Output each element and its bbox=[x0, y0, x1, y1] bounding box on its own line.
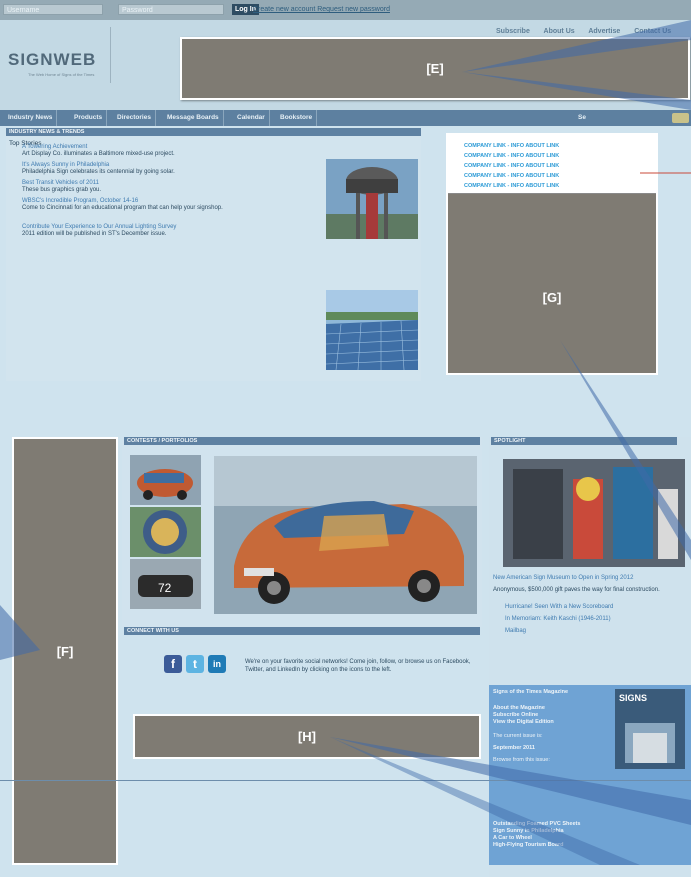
company-link[interactable]: COMPANY LINK - INFO ABOUT LINK bbox=[464, 163, 559, 169]
header-nav-advertise[interactable]: Advertise bbox=[588, 28, 620, 35]
annotation-label-f: [F] bbox=[56, 643, 74, 659]
annotation-label-g: [G] bbox=[542, 290, 562, 305]
story-desc: 2011 edition will be published in ST's D… bbox=[22, 231, 167, 237]
story-desc: Come to Cincinnati for an educational pr… bbox=[22, 205, 223, 211]
spotlight-heading: SPOTLIGHT bbox=[491, 437, 677, 445]
account-links[interactable]: Create new account Request new password bbox=[253, 4, 390, 15]
annotation-box-h: [H] bbox=[133, 714, 481, 759]
nav-calendar[interactable]: Calendar bbox=[233, 110, 270, 126]
cover-title: SIGNS bbox=[619, 693, 648, 703]
magazine-link[interactable]: Subscribe Online bbox=[493, 712, 538, 719]
facebook-icon[interactable]: f bbox=[164, 655, 182, 673]
featured-car-photo[interactable] bbox=[214, 456, 477, 614]
contests-heading: CONTESTS / PORTFOLIOS bbox=[124, 437, 480, 445]
spotlight-link[interactable]: Mailbag bbox=[505, 628, 526, 634]
story-title[interactable]: Contribute Your Experience to Our Annual… bbox=[22, 224, 242, 231]
annotation-label-e: [E] bbox=[426, 61, 444, 76]
signweb-logo[interactable]: SIGNWEB bbox=[8, 50, 96, 70]
linkedin-icon[interactable]: in bbox=[208, 655, 226, 673]
spotlight-section: SPOTLIGHT New American Sign Museum to Op… bbox=[489, 437, 691, 877]
sign-museum-photo[interactable] bbox=[503, 459, 685, 567]
annotation-box-g: COMPANY LINK - INFO ABOUT LINK COMPANY L… bbox=[446, 133, 658, 375]
header-nav: Subscribe About Us Advertise Contact Us bbox=[496, 28, 683, 35]
annotation-box-e: [E] bbox=[180, 37, 690, 100]
racecar-thumbnail[interactable]: 72 bbox=[130, 559, 201, 609]
spotlight-desc: Anonymous, $500,000 gift paves the way f… bbox=[493, 587, 660, 593]
water-tower-photo[interactable] bbox=[326, 159, 418, 239]
story-desc: Art Display Co. illuminates a Baltimore … bbox=[22, 151, 175, 157]
magazine-article[interactable]: Sign Sunny in Philadelphia bbox=[493, 828, 564, 835]
connect-section: CONNECT WITH US f t in We're on your fav… bbox=[122, 627, 482, 687]
connect-text: We're on your favorite social networks! … bbox=[245, 659, 471, 673]
main-nav: Industry News Products Directories Messa… bbox=[0, 110, 691, 126]
current-issue-label: The current issue is: bbox=[493, 733, 543, 739]
story-item: It's Always Sunny in Philadelphia Philad… bbox=[22, 162, 242, 176]
magazine-title: Signs of the Times Magazine bbox=[493, 689, 569, 695]
story-item: Best Transit Vehicles of 2011 These bus … bbox=[22, 180, 242, 194]
magazine-article[interactable]: Outstanding Foamed PVC Sheets bbox=[493, 821, 580, 828]
car-thumbnail[interactable] bbox=[130, 455, 201, 505]
industry-heading: INDUSTRY NEWS & TRENDS bbox=[6, 128, 421, 136]
magazine-article[interactable]: High-Flying Tourism Board bbox=[493, 842, 563, 849]
story-title[interactable]: It's Always Sunny in Philadelphia bbox=[22, 162, 242, 169]
annotation-label-h: [H] bbox=[297, 729, 317, 744]
logo-tagline: The Web Home of Signs of the Times bbox=[28, 72, 95, 77]
spotlight-headline[interactable]: New American Sign Museum to Open in Spri… bbox=[493, 575, 633, 581]
nav-directories[interactable]: Directories bbox=[113, 110, 156, 126]
spotlight-link[interactable]: In Memoriam: Keith Kaschi (1946-2011) bbox=[505, 616, 611, 622]
nav-industry-news[interactable]: Industry News bbox=[4, 110, 58, 126]
magazine-promo: Signs of the Times Magazine About the Ma… bbox=[489, 685, 691, 865]
company-link[interactable]: COMPANY LINK - INFO ABOUT LINK bbox=[464, 173, 559, 179]
header-nav-about[interactable]: About Us bbox=[544, 28, 575, 35]
current-issue[interactable]: September 2011 bbox=[493, 745, 535, 752]
browse-label: Browse from this issue: bbox=[493, 757, 550, 763]
story-desc: These bus graphics grab you. bbox=[22, 187, 102, 193]
company-link[interactable]: COMPANY LINK - INFO ABOUT LINK bbox=[464, 153, 559, 159]
password-field[interactable]: Password bbox=[118, 4, 224, 15]
svg-text:72: 72 bbox=[158, 581, 172, 595]
nav-search-label: Se bbox=[578, 114, 586, 121]
magazine-cover[interactable]: SIGNS bbox=[615, 689, 685, 769]
magazine-link[interactable]: About the Magazine bbox=[493, 705, 545, 712]
header-divider bbox=[110, 27, 111, 83]
header-nav-subscribe[interactable]: Subscribe bbox=[496, 28, 530, 35]
nav-bookstore[interactable]: Bookstore bbox=[276, 110, 318, 126]
magazine-article[interactable]: A Car to Wheel bbox=[493, 835, 532, 842]
divider-line bbox=[0, 780, 691, 781]
story-title[interactable]: A Towering Achievement bbox=[22, 144, 242, 151]
company-link[interactable]: COMPANY LINK - INFO ABOUT LINK bbox=[464, 143, 559, 149]
contests-section: CONTESTS / PORTFOLIOS 72 bbox=[122, 437, 482, 627]
top-login-bar: Username Password Log In Create new acco… bbox=[0, 0, 691, 20]
story-title[interactable]: Best Transit Vehicles of 2011 bbox=[22, 180, 242, 187]
company-links-card: COMPANY LINK - INFO ABOUT LINK COMPANY L… bbox=[448, 135, 656, 194]
connect-heading: CONNECT WITH US bbox=[124, 627, 480, 635]
company-link[interactable]: COMPANY LINK - INFO ABOUT LINK bbox=[464, 183, 559, 189]
industry-news-section: INDUSTRY NEWS & TRENDS Top Stories A Tow… bbox=[6, 128, 421, 381]
annotation-box-f: [F] bbox=[12, 437, 118, 865]
search-go-button[interactable] bbox=[672, 113, 689, 123]
story-item: WBSC's Incredible Program, October 14-16… bbox=[22, 198, 242, 212]
story-desc: Philadelphia Sign celebrates its centenn… bbox=[22, 169, 175, 175]
magazine-link[interactable]: View the Digital Edition bbox=[493, 719, 554, 726]
spotlight-link[interactable]: Hurricane! Seen With a New Scoreboard bbox=[505, 604, 613, 610]
username-field[interactable]: Username bbox=[3, 4, 103, 15]
nav-products[interactable]: Products bbox=[70, 110, 108, 126]
story-item: Contribute Your Experience to Our Annual… bbox=[22, 224, 242, 238]
nav-message-boards[interactable]: Message Boards bbox=[163, 110, 224, 126]
truck-thumbnail[interactable] bbox=[130, 507, 201, 557]
solar-panel-photo[interactable] bbox=[326, 290, 418, 370]
story-title[interactable]: WBSC's Incredible Program, October 14-16 bbox=[22, 198, 242, 205]
header-nav-contact[interactable]: Contact Us bbox=[634, 28, 671, 35]
story-item: A Towering Achievement Art Display Co. i… bbox=[22, 144, 242, 158]
twitter-icon[interactable]: t bbox=[186, 655, 204, 673]
